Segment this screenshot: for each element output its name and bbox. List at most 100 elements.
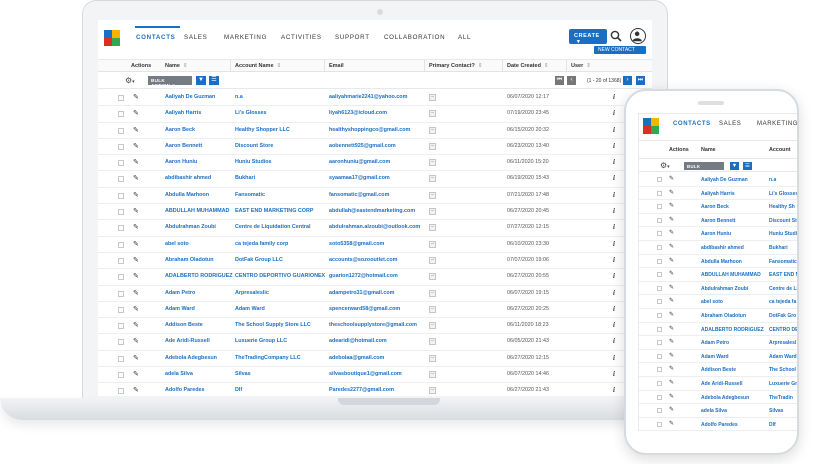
filter-icon[interactable]: ▼ — [730, 162, 739, 170]
edit-icon[interactable]: ✎ — [669, 393, 674, 400]
row-checkbox[interactable] — [118, 388, 124, 395]
edit-icon[interactable]: ✎ — [133, 93, 139, 101]
account-name-link[interactable]: Luxuerie Group LLC — [235, 338, 287, 344]
account-name-link[interactable]: ca tejeda family corp — [235, 241, 288, 247]
table-row[interactable]: ✎ ABDULLAH MUHAMMAD EAST END MARKETING COR… — [98, 204, 652, 221]
info-icon[interactable]: i — [613, 354, 615, 362]
row-checkbox[interactable] — [657, 408, 662, 414]
contact-name-link[interactable]: Ade Aridi-Russell — [701, 381, 743, 387]
table-row[interactable]: ✎ Adam Petro Arpresaleslic adampetro31@gmai… — [98, 286, 652, 302]
contact-name-link[interactable]: Abraham Oladotun — [701, 313, 746, 319]
list-view-icon[interactable]: ☰ — [743, 162, 752, 170]
tab-contacts[interactable]: CONTACTS — [673, 121, 711, 127]
edit-icon[interactable]: ✎ — [133, 142, 139, 150]
contact-name-link[interactable]: Adebola Adegbesun — [701, 395, 749, 401]
contact-name-link[interactable]: Aaron Beck — [701, 204, 729, 210]
account-name-link[interactable]: EAST END MARKETING CORP — [235, 208, 313, 214]
edit-icon[interactable]: ✎ — [133, 256, 139, 264]
info-icon[interactable]: i — [613, 93, 615, 101]
account-name-link[interactable]: The School Supply Store LLC — [235, 322, 311, 328]
edit-icon[interactable]: ✎ — [133, 370, 139, 378]
edit-icon[interactable]: ✎ — [669, 189, 674, 196]
account-name-link[interactable]: Silvas — [769, 408, 783, 414]
row-checkbox[interactable] — [657, 177, 662, 182]
table-row[interactable]: ✎ Adam Ward Adam Ward spencerward58@gmail.c… — [98, 302, 652, 319]
table-row[interactable]: ✎ Aaron Bennett Discount Store aobennett925… — [98, 139, 652, 156]
row-checkbox[interactable] — [118, 143, 124, 150]
info-icon[interactable]: i — [613, 305, 615, 313]
table-row[interactable]: ✎ Ade Aridi-Russell Luxuerie Gr — [639, 377, 797, 391]
column-header-email[interactable]: Email — [329, 63, 344, 69]
account-name-link[interactable]: Li's Glosses — [769, 191, 797, 197]
edit-icon[interactable]: ✎ — [133, 240, 139, 248]
row-checkbox[interactable] — [657, 190, 662, 196]
contact-name-link[interactable]: Abdulrahman Zoubi — [701, 286, 748, 292]
contact-name-link[interactable]: Aaron Bennett — [701, 218, 735, 224]
row-checkbox[interactable] — [118, 290, 124, 297]
edit-icon[interactable]: ✎ — [669, 379, 674, 386]
tab-sales[interactable]: SALES — [184, 34, 207, 41]
sort-icon[interactable]: ⇕ — [183, 63, 188, 69]
table-row[interactable]: ✎ adela Silva Silvas silvasboutique1@gmail.… — [98, 367, 652, 384]
column-header-user[interactable]: User ⇕ — [571, 63, 591, 69]
edit-icon[interactable]: ✎ — [669, 175, 674, 182]
contact-name-link[interactable]: abel soto — [701, 299, 723, 305]
edit-icon[interactable]: ✎ — [669, 352, 674, 359]
contact-name-link[interactable]: Abdulla Marhoon — [165, 192, 209, 198]
account-name-link[interactable]: Fansomatic — [235, 192, 265, 198]
table-row[interactable]: ✎ Aaliyah De Guzman n.a aaliyahmarie2241@ya… — [98, 90, 652, 107]
row-checkbox[interactable] — [118, 225, 124, 232]
email-link[interactable]: liyah6123@icloud.com — [329, 110, 387, 116]
account-name-link[interactable]: Silvas — [235, 371, 251, 377]
sort-icon[interactable]: ⇕ — [478, 63, 483, 69]
account-name-link[interactable]: Dlf — [235, 387, 242, 393]
table-row[interactable]: ✎ Adebola Adegbesun TheTradingCompany LLC a… — [98, 351, 652, 368]
contact-name-link[interactable]: Abraham Oladotun — [165, 257, 214, 263]
account-name-link[interactable]: TheTradin — [769, 395, 793, 401]
row-checkbox[interactable] — [657, 244, 662, 250]
contact-name-link[interactable]: ADALBERTO RODRIGUEZ — [701, 327, 764, 333]
table-row[interactable]: ✎ Aaron Huniu Huniu Studios aaronhuniu@gmai… — [98, 155, 652, 172]
contact-name-link[interactable]: Aaliyah De Guzman — [701, 177, 748, 183]
bulk-action-dropdown[interactable]: BULK ACTION ▾ — [148, 76, 192, 88]
account-name-link[interactable]: Arpresaleslic — [235, 290, 269, 296]
account-name-link[interactable]: Adam Ward — [235, 306, 265, 312]
edit-icon[interactable]: ✎ — [133, 174, 139, 182]
tab-support[interactable]: SUPPORT — [335, 34, 370, 41]
row-checkbox[interactable] — [118, 209, 124, 216]
email-link[interactable]: aaliyahmarie2241@yahoo.com — [329, 94, 407, 100]
info-icon[interactable]: i — [613, 370, 615, 378]
account-name-link[interactable]: Fansomatic — [769, 259, 797, 265]
sort-icon[interactable]: ⇕ — [544, 63, 549, 69]
row-checkbox[interactable] — [657, 299, 662, 305]
table-row[interactable]: ✎ abel soto ca tejeda fa — [639, 295, 797, 309]
edit-icon[interactable]: ✎ — [669, 229, 674, 236]
edit-icon[interactable]: ✎ — [669, 297, 674, 304]
account-name-link[interactable]: Li's Glosses — [235, 110, 267, 116]
row-checkbox[interactable] — [118, 274, 124, 281]
edit-icon[interactable]: ✎ — [133, 289, 139, 297]
account-name-link[interactable]: Healthy Shopper LLC — [235, 127, 290, 133]
create-button[interactable]: CREATE ▾ — [569, 29, 607, 45]
account-name-link[interactable]: ca tejeda fa — [769, 299, 796, 305]
table-row[interactable]: ✎ Aaliyah De Guzman n.a — [639, 173, 797, 187]
table-row[interactable]: ✎ Ade Aridi-Russell Luxuerie Group LLC adea… — [98, 334, 652, 351]
row-checkbox[interactable] — [118, 257, 124, 264]
email-link[interactable]: adebolaa@gmail.com — [329, 355, 384, 361]
table-row[interactable]: ✎ adela Silva Silvas — [639, 404, 797, 418]
table-row[interactable]: ✎ Adebola Adegbesun TheTradin — [639, 391, 797, 405]
row-checkbox[interactable] — [118, 372, 124, 379]
email-link[interactable]: abdullah@eastendmarketing.com — [329, 208, 415, 214]
edit-icon[interactable]: ✎ — [669, 311, 674, 318]
row-checkbox[interactable] — [118, 339, 124, 346]
row-checkbox[interactable] — [657, 285, 662, 291]
contact-name-link[interactable]: adela Silva — [701, 408, 727, 414]
email-link[interactable]: healthyshoppingco@gmail.com — [329, 127, 410, 133]
contact-name-link[interactable]: Adam Petro — [701, 340, 729, 346]
list-view-icon[interactable]: ☰ — [209, 76, 219, 85]
info-icon[interactable]: i — [613, 207, 615, 215]
edit-icon[interactable]: ✎ — [133, 191, 139, 199]
row-checkbox[interactable] — [118, 160, 124, 167]
app-logo[interactable] — [643, 118, 659, 134]
table-row[interactable]: ✎ abel soto ca tejeda family corp soto5358@… — [98, 237, 652, 253]
